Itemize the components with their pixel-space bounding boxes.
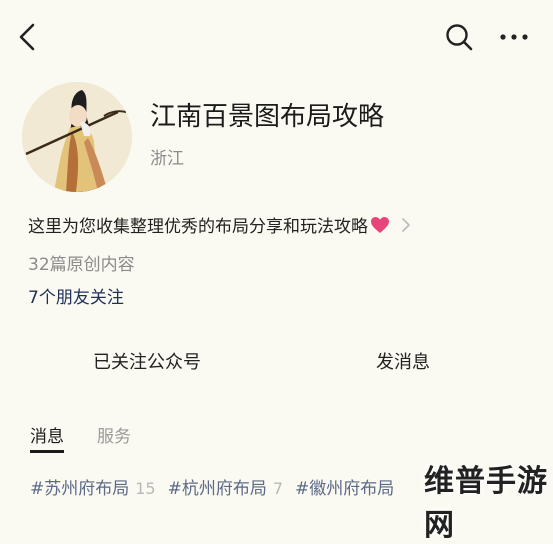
tab-services[interactable]: 服务: [97, 422, 131, 447]
tag-count: 15: [135, 479, 156, 498]
chevron-right-icon: [400, 216, 412, 234]
account-name: 江南百景图布局攻略: [150, 102, 385, 132]
tag-name: #徽州府布局: [295, 479, 395, 499]
friends-following[interactable]: 7个朋友关注: [28, 283, 124, 308]
tag-item[interactable]: #苏州府布局 15: [30, 474, 156, 499]
account-description: 这里为您收集整理优秀的布局分享和玩法攻略: [28, 217, 368, 237]
avatar[interactable]: [22, 82, 132, 192]
tab-messages[interactable]: 消息: [30, 422, 64, 447]
tag-name: #杭州府布局: [167, 479, 267, 499]
topic-tags: #苏州府布局 15 #杭州府布局 7 #徽州府布局: [30, 474, 400, 499]
tag-name: #苏州府布局: [30, 479, 130, 499]
search-icon[interactable]: [440, 18, 478, 56]
account-region: 浙江: [150, 149, 184, 169]
followed-button[interactable]: 已关注公众号: [93, 348, 201, 374]
tag-item[interactable]: #杭州府布局 7: [168, 474, 283, 499]
heart-icon: [370, 216, 390, 234]
send-message-button[interactable]: 发消息: [376, 348, 430, 374]
back-icon[interactable]: [10, 18, 44, 56]
tag-count: 7: [272, 479, 284, 498]
account-description-row[interactable]: 这里为您收集整理优秀的布局分享和玩法攻略: [28, 212, 412, 237]
more-icon[interactable]: [494, 18, 534, 56]
article-count[interactable]: 32篇原创内容: [28, 250, 135, 275]
active-tab-indicator: [30, 450, 64, 453]
watermark: 维普手游网: [424, 464, 548, 543]
tag-item[interactable]: #徽州府布局: [295, 474, 400, 499]
